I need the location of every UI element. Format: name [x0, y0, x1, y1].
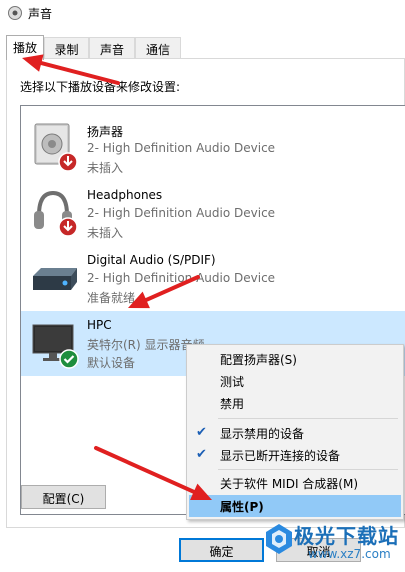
headphones-icon [34, 190, 78, 237]
tab-playback[interactable]: 播放 [6, 35, 44, 60]
device-name: Headphones [87, 188, 163, 202]
menu-item-label: 禁用 [220, 397, 245, 411]
speaker-icon [8, 6, 22, 20]
menu-item-show-disabled[interactable]: ✔ 显示禁用的设备 [189, 422, 401, 444]
menu-item-label: 显示禁用的设备 [220, 427, 305, 441]
watermark-logo-icon [266, 524, 292, 554]
checkmark-icon: ✔ [196, 425, 207, 440]
device-name: HPC [87, 318, 112, 332]
menu-item-configure-speakers[interactable]: 配置扬声器(S) [189, 348, 401, 370]
device-item-headphones[interactable]: Headphones 2- High Definition Audio Devi… [21, 181, 405, 246]
device-status: 默认设备 [87, 356, 136, 370]
menu-item-label: 关于软件 MIDI 合成器(M) [220, 477, 359, 491]
ok-button[interactable]: 确定 [179, 538, 264, 562]
device-status: 准备就绪 [87, 291, 136, 305]
device-status: 未插入 [87, 226, 124, 240]
configure-button[interactable]: 配置(C) [21, 485, 106, 509]
menu-item-label: 配置扬声器(S) [220, 353, 297, 367]
menu-separator [218, 469, 398, 470]
menu-item-label: 测试 [220, 375, 245, 389]
window-title: 声音 [28, 7, 53, 21]
menu-item-about-midi[interactable]: 关于软件 MIDI 合成器(M) [189, 472, 401, 494]
checkmark-icon: ✔ [196, 447, 207, 462]
speaker-icon [34, 123, 78, 172]
menu-item-disable[interactable]: 禁用 [189, 392, 401, 414]
monitor-icon [32, 324, 79, 369]
digital-audio-icon [33, 268, 77, 290]
menu-item-label: 显示已断开连接的设备 [220, 449, 341, 463]
tab-sounds[interactable]: 声音 [89, 37, 135, 59]
watermark-brand: 极光下载站 [294, 524, 399, 548]
device-description: 2- High Definition Audio Device [87, 206, 276, 220]
menu-separator [218, 418, 398, 419]
device-name: 扬声器 [87, 125, 124, 139]
tab-communications[interactable]: 通信 [135, 37, 181, 59]
context-menu: 配置扬声器(S) 测试 禁用 ✔ 显示禁用的设备 ✔ 显示已断开连接的设备 关于… [186, 344, 404, 520]
tab-recording[interactable]: 录制 [44, 37, 89, 59]
device-item-speaker[interactable]: 扬声器 2- High Definition Audio Device 未插入 [21, 116, 405, 181]
menu-item-properties[interactable]: 属性(P) [189, 495, 401, 517]
menu-item-label: 属性(P) [220, 500, 264, 514]
watermark: 极光下载站 www.xz7.com [258, 518, 405, 568]
title-bar: 声音 [0, 0, 405, 26]
device-status: 未插入 [87, 161, 124, 175]
device-description: 2- High Definition Audio Device [87, 271, 276, 285]
device-item-digital-audio[interactable]: Digital Audio (S/PDIF) 2- High Definitio… [21, 246, 405, 311]
device-name: Digital Audio (S/PDIF) [87, 253, 216, 267]
menu-item-test[interactable]: 测试 [189, 370, 401, 392]
device-description: 2- High Definition Audio Device [87, 141, 276, 155]
instruction-label: 选择以下播放设备来修改设置: [20, 80, 181, 94]
watermark-url: www.xz7.com [308, 547, 391, 561]
menu-item-show-disconnected[interactable]: ✔ 显示已断开连接的设备 [189, 444, 401, 466]
